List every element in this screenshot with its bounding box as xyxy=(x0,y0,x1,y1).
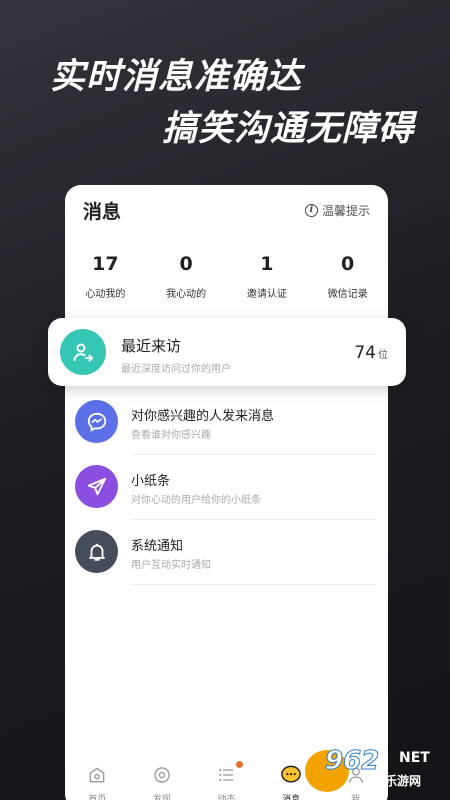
stat-i-liked[interactable]: 0 我心动的 xyxy=(146,253,227,300)
app-header: 消息 i 温馨提示 xyxy=(65,185,388,233)
watermark-net: NET xyxy=(399,750,430,766)
stat-invite-verify[interactable]: 1 邀请认证 xyxy=(227,253,308,300)
tab-label: 首页 xyxy=(88,795,107,800)
page-title: 消息 xyxy=(83,201,122,223)
stat-label: 心动我的 xyxy=(85,289,126,300)
tips-label: 温馨提示 xyxy=(321,204,370,218)
bell-icon xyxy=(75,530,118,573)
tab-discover[interactable]: 发现 xyxy=(130,757,195,800)
visitor-subtitle: 最近深度访问过你的用户 xyxy=(121,364,231,375)
paper-plane-icon xyxy=(75,465,118,508)
stat-label: 微信记录 xyxy=(327,289,368,300)
message-list: 对你感兴趣的人发来消息 查看谁对你感兴趣 小纸条 对你心动的用户给你的小纸条 系… xyxy=(65,390,388,585)
stat-number: 1 xyxy=(260,253,274,275)
person-arrow-icon xyxy=(60,329,106,375)
visitor-count: 74 位 xyxy=(354,343,388,363)
list-item-title: 小纸条 xyxy=(131,474,171,489)
tab-home[interactable]: 首页 xyxy=(65,757,130,800)
divider xyxy=(131,584,376,585)
stat-label: 邀请认证 xyxy=(246,289,287,300)
visitor-count-number: 74 xyxy=(354,343,376,363)
compass-icon xyxy=(152,765,172,789)
list-item-interested[interactable]: 对你感兴趣的人发来消息 查看谁对你感兴趣 xyxy=(65,390,388,455)
list-item-subtitle: 用户互动实时通知 xyxy=(131,560,211,571)
recent-visitors-card[interactable]: 最近来访 最近深度访问过你的用户 74 位 xyxy=(48,318,406,386)
tab-moments[interactable]: 动态 xyxy=(194,757,259,800)
watermark-site-name: 乐游网 xyxy=(385,774,422,788)
list-item-note[interactable]: 小纸条 对你心动的用户给你的小纸条 xyxy=(65,455,388,520)
stat-number: 0 xyxy=(341,253,355,275)
watermark-number: 962 xyxy=(324,746,380,777)
site-watermark: 962 NET 乐游网 xyxy=(305,746,445,794)
visitor-count-unit: 位 xyxy=(378,350,388,361)
tab-label: 发现 xyxy=(152,795,171,800)
message-icon xyxy=(280,765,302,789)
list-item-title: 对你感兴趣的人发来消息 xyxy=(131,409,275,424)
phone-screen: 消息 i 温馨提示 17 心动我的 0 我心动的 1 邀请认证 0 微信记录 对… xyxy=(65,185,388,800)
stat-wechat-records[interactable]: 0 微信记录 xyxy=(307,253,388,300)
stat-number: 0 xyxy=(179,253,193,275)
visitor-title: 最近来访 xyxy=(121,337,182,355)
list-item-subtitle: 对你心动的用户给你的小纸条 xyxy=(131,495,261,506)
list-item-title: 系统通知 xyxy=(131,539,184,554)
notification-dot xyxy=(236,761,244,768)
stats-bar: 17 心动我的 0 我心动的 1 邀请认证 0 微信记录 xyxy=(65,253,388,300)
chat-bubble-icon xyxy=(75,400,118,443)
list-item-system[interactable]: 系统通知 用户互动实时通知 xyxy=(65,520,388,585)
tab-label: 动态 xyxy=(217,795,236,800)
hero-headline-1: 实时消息准确达 xyxy=(50,57,303,97)
stat-label: 我心动的 xyxy=(166,289,207,300)
stat-number: 17 xyxy=(92,253,119,275)
stat-liked-me[interactable]: 17 心动我的 xyxy=(65,253,146,300)
list-icon xyxy=(216,765,236,789)
info-icon: i xyxy=(304,204,318,217)
list-item-subtitle: 查看谁对你感兴趣 xyxy=(131,430,211,441)
tab-label: 消息 xyxy=(282,795,301,800)
home-icon xyxy=(87,765,107,789)
hero-headline-2: 搞笑沟通无障碍 xyxy=(162,109,415,149)
tips-link[interactable]: i 温馨提示 xyxy=(304,202,370,219)
